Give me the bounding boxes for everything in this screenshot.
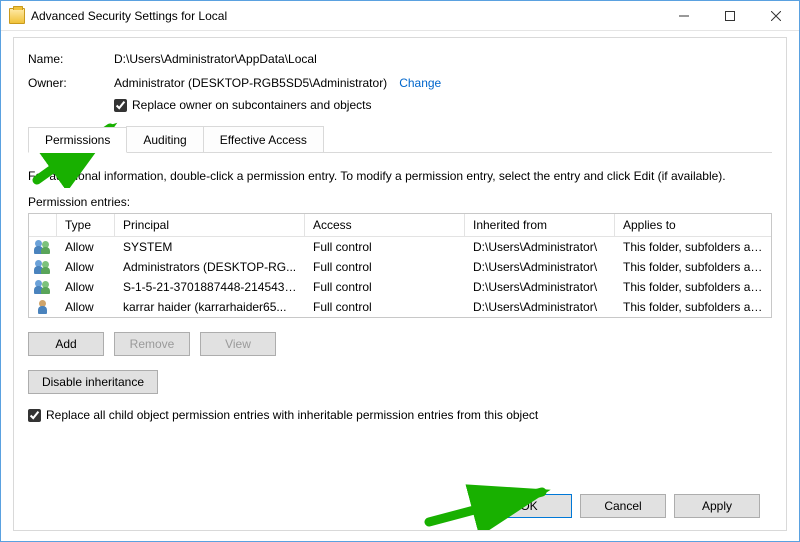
replace-child-label: Replace all child object permission entr… (46, 408, 538, 422)
minimize-button[interactable] (661, 1, 707, 31)
cell-type: Allow (57, 278, 115, 296)
replace-owner-label: Replace owner on subcontainers and objec… (132, 98, 371, 112)
col-inherited[interactable]: Inherited from (465, 214, 615, 236)
info-text: For additional information, double-click… (28, 169, 772, 183)
cell-type: Allow (57, 258, 115, 276)
principal-icon (29, 278, 57, 296)
cell-principal: Administrators (DESKTOP-RG... (115, 258, 305, 276)
cell-inherited: D:\Users\Administrator\ (465, 258, 615, 276)
cell-principal: karrar haider (karrarhaider65... (115, 298, 305, 316)
col-applies[interactable]: Applies to (615, 214, 771, 236)
col-principal[interactable]: Principal (115, 214, 305, 236)
add-button[interactable]: Add (28, 332, 104, 356)
cell-inherited: D:\Users\Administrator\ (465, 298, 615, 316)
replace-owner-checkbox[interactable] (114, 99, 127, 112)
col-type[interactable]: Type (57, 214, 115, 236)
apply-button[interactable]: Apply (674, 494, 760, 518)
principal-icon (29, 298, 57, 316)
ok-button[interactable]: OK (486, 494, 572, 518)
cell-principal: SYSTEM (115, 238, 305, 256)
cell-access: Full control (305, 238, 465, 256)
table-row[interactable]: AllowAdministrators (DESKTOP-RG...Full c… (29, 257, 771, 277)
tab-permissions[interactable]: Permissions (28, 127, 127, 153)
cell-applies: This folder, subfolders and files (615, 298, 771, 316)
cell-access: Full control (305, 298, 465, 316)
principal-icon (29, 238, 57, 256)
titlebar[interactable]: Advanced Security Settings for Local (1, 1, 799, 31)
tab-auditing[interactable]: Auditing (126, 126, 203, 152)
folder-icon (9, 8, 25, 24)
name-label: Name: (28, 52, 114, 66)
owner-value: Administrator (DESKTOP-RGB5SD5\Administr… (114, 76, 387, 90)
cell-type: Allow (57, 238, 115, 256)
disable-inheritance-button[interactable]: Disable inheritance (28, 370, 158, 394)
change-owner-link[interactable]: Change (399, 76, 441, 90)
principal-icon (29, 258, 57, 276)
table-row[interactable]: Allowkarrar haider (karrarhaider65...Ful… (29, 297, 771, 317)
cell-applies: This folder, subfolders and files (615, 238, 771, 256)
table-row[interactable]: AllowSYSTEMFull controlD:\Users\Administ… (29, 237, 771, 257)
tab-bar: Permissions Auditing Effective Access (28, 126, 772, 153)
cell-inherited: D:\Users\Administrator\ (465, 278, 615, 296)
grid-header: Type Principal Access Inherited from App… (29, 214, 771, 237)
close-button[interactable] (753, 1, 799, 31)
window-frame: Advanced Security Settings for Local Nam… (0, 0, 800, 542)
remove-button[interactable]: Remove (114, 332, 190, 356)
maximize-button[interactable] (707, 1, 753, 31)
col-access[interactable]: Access (305, 214, 465, 236)
entries-label: Permission entries: (28, 195, 772, 209)
owner-label: Owner: (28, 76, 114, 90)
cell-principal: S-1-5-21-3701887448-2145437... (115, 278, 305, 296)
cell-applies: This folder, subfolders and files (615, 278, 771, 296)
name-value: D:\Users\Administrator\AppData\Local (114, 52, 317, 66)
view-button[interactable]: View (200, 332, 276, 356)
replace-child-checkbox[interactable] (28, 409, 41, 422)
cell-type: Allow (57, 298, 115, 316)
cell-inherited: D:\Users\Administrator\ (465, 238, 615, 256)
dialog-panel: Name: D:\Users\Administrator\AppData\Loc… (13, 37, 787, 531)
cell-access: Full control (305, 278, 465, 296)
cancel-button[interactable]: Cancel (580, 494, 666, 518)
window-title: Advanced Security Settings for Local (31, 9, 227, 23)
table-row[interactable]: AllowS-1-5-21-3701887448-2145437...Full … (29, 277, 771, 297)
tab-effective-access[interactable]: Effective Access (203, 126, 324, 152)
permissions-grid[interactable]: Type Principal Access Inherited from App… (28, 213, 772, 318)
cell-applies: This folder, subfolders and files (615, 258, 771, 276)
cell-access: Full control (305, 258, 465, 276)
